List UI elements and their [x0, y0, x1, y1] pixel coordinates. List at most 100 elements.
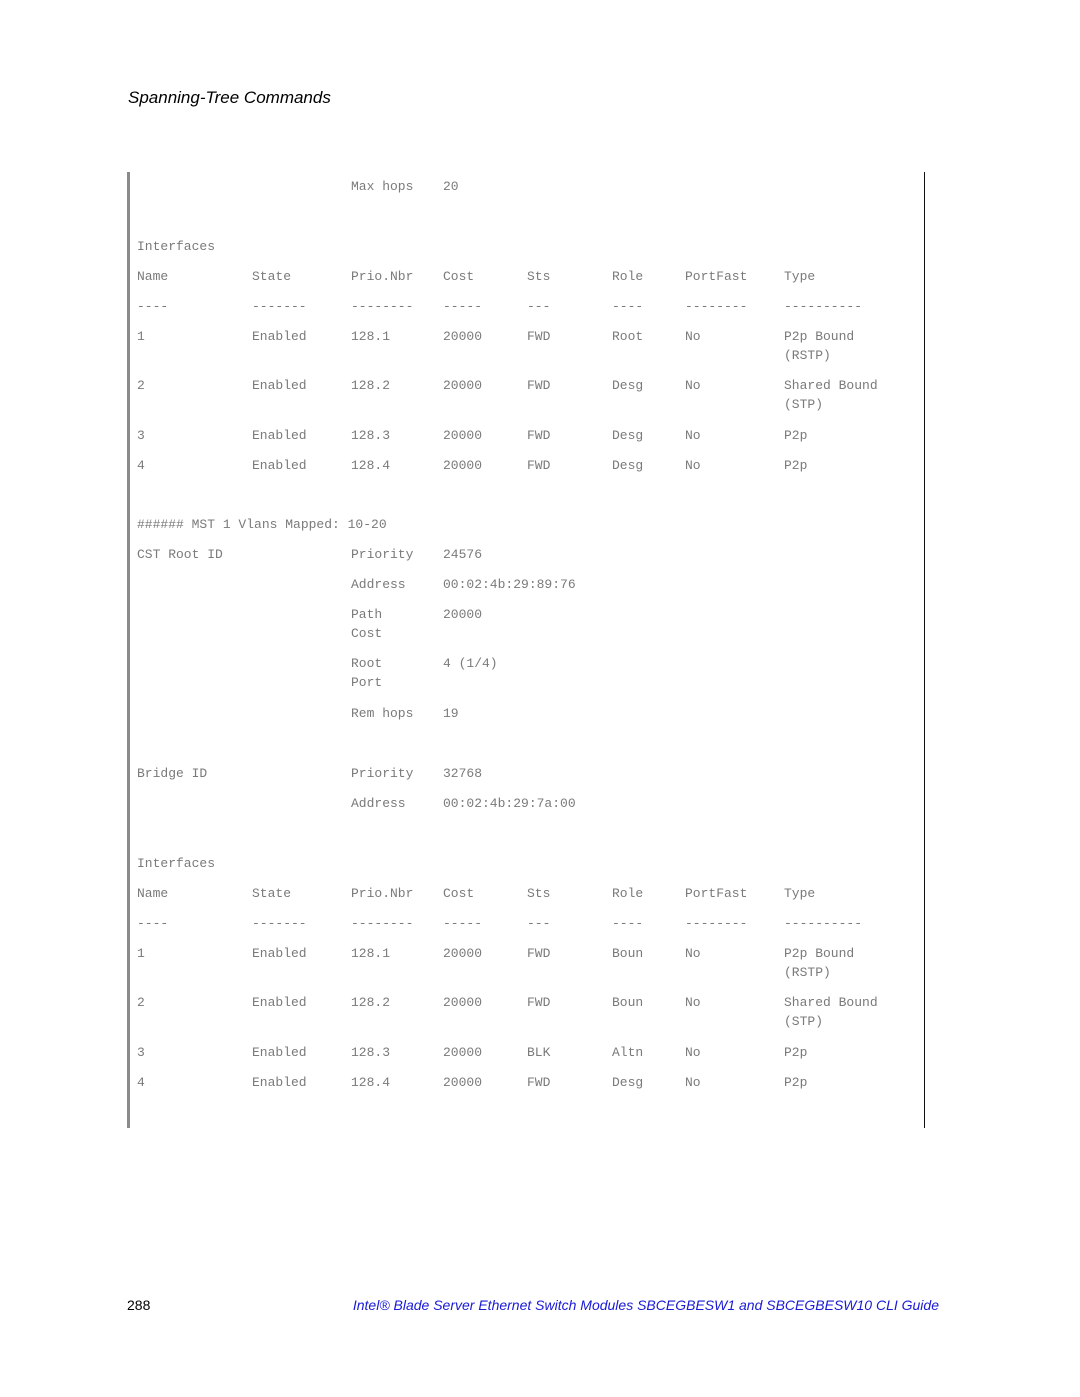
root-port-label-line2: Port [351, 675, 383, 690]
cell-name: 2 [137, 378, 145, 393]
cell-sts: FWD [527, 1075, 551, 1090]
column-separator-sts: --- [527, 916, 551, 931]
footer-doc-title: Intel® Blade Server Ethernet Switch Modu… [352, 1297, 939, 1313]
cell-prio-nbr: 128.4 [351, 1075, 391, 1090]
cell-sts: FWD [527, 995, 551, 1010]
page-number: 288 [127, 1297, 151, 1313]
cell-type-continuation: (STP) [784, 1014, 824, 1029]
column-separator-role: ---- [612, 299, 644, 314]
cell-type: Shared Bound [784, 995, 878, 1010]
column-separator-prio-nbr: -------- [351, 916, 414, 931]
cell-type: Shared Bound [784, 378, 878, 393]
cell-sts: FWD [527, 458, 551, 473]
cell-role: Root [612, 329, 644, 344]
cell-state: Enabled [252, 1045, 307, 1060]
mst-heading: ###### MST 1 Vlans Mapped: 10-20 [137, 517, 387, 532]
cell-prio-nbr: 128.4 [351, 458, 391, 473]
interfaces-label: Interfaces [137, 239, 216, 254]
column-header-state: State [252, 269, 292, 284]
cell-name: 3 [137, 428, 145, 443]
cell-name: 3 [137, 1045, 145, 1060]
cell-name: 2 [137, 995, 145, 1010]
cell-name: 4 [137, 458, 145, 473]
cell-type: P2p Bound [784, 329, 855, 344]
max-hops-label: Max hops [351, 179, 414, 194]
column-header-role: Role [612, 269, 644, 284]
column-header-type: Type [784, 269, 816, 284]
cell-cost: 20000 [443, 995, 483, 1010]
column-separator-portfast: -------- [685, 916, 748, 931]
cell-sts: FWD [527, 378, 551, 393]
column-separator-sts: --- [527, 299, 551, 314]
cell-prio-nbr: 128.3 [351, 428, 391, 443]
column-header-portfast: PortFast [685, 886, 748, 901]
column-header-sts: Sts [527, 886, 551, 901]
cell-state: Enabled [252, 995, 307, 1010]
column-separator-prio-nbr: -------- [351, 299, 414, 314]
column-header-state: State [252, 886, 292, 901]
column-separator-cost: ----- [443, 916, 483, 931]
column-header-role: Role [612, 886, 644, 901]
cell-portfast: No [685, 458, 701, 473]
bridge-priority-value: 32768 [443, 766, 483, 781]
code-block-left-bar [127, 172, 130, 1128]
cell-cost: 20000 [443, 378, 483, 393]
priority-value: 24576 [443, 547, 483, 562]
column-separator-type: ---------- [784, 299, 863, 314]
bridge-id-label: Bridge ID [137, 766, 208, 781]
cell-type: P2p [784, 458, 808, 473]
cell-type-continuation: (RSTP) [784, 965, 831, 980]
cell-prio-nbr: 128.2 [351, 378, 391, 393]
column-header-cost: Cost [443, 886, 475, 901]
cell-prio-nbr: 128.3 [351, 1045, 391, 1060]
cell-name: 1 [137, 329, 145, 344]
column-separator-type: ---------- [784, 916, 863, 931]
priority-label: Priority [351, 547, 414, 562]
cst-root-id-label: CST Root ID [137, 547, 223, 562]
column-separator-name: ---- [137, 916, 169, 931]
cell-type: P2p Bound [784, 946, 855, 961]
bridge-priority-label: Priority [351, 766, 414, 781]
cell-role: Desg [612, 428, 644, 443]
column-header-sts: Sts [527, 269, 551, 284]
root-port-label-line1: Root [351, 656, 383, 671]
path-cost-value: 20000 [443, 607, 483, 622]
cell-role: Desg [612, 1075, 644, 1090]
cell-sts: BLK [527, 1045, 551, 1060]
cell-role: Altn [612, 1045, 644, 1060]
address-label: Address [351, 577, 406, 592]
cell-cost: 20000 [443, 946, 483, 961]
cell-cost: 20000 [443, 1075, 483, 1090]
cell-state: Enabled [252, 458, 307, 473]
cell-name: 1 [137, 946, 145, 961]
column-header-portfast: PortFast [685, 269, 748, 284]
column-separator-name: ---- [137, 299, 169, 314]
cell-cost: 20000 [443, 329, 483, 344]
max-hops-value: 20 [443, 179, 459, 194]
cell-sts: FWD [527, 428, 551, 443]
column-header-name: Name [137, 886, 169, 901]
cell-portfast: No [685, 1045, 701, 1060]
cell-portfast: No [685, 1075, 701, 1090]
column-header-cost: Cost [443, 269, 475, 284]
column-header-type: Type [784, 886, 816, 901]
code-block-right-border [924, 172, 925, 1128]
path-cost-label-line2: Cost [351, 626, 383, 641]
cell-type: P2p [784, 428, 808, 443]
cell-portfast: No [685, 428, 701, 443]
cell-state: Enabled [252, 378, 307, 393]
cell-cost: 20000 [443, 1045, 483, 1060]
root-port-value: 4 (1/4) [443, 656, 498, 671]
cell-state: Enabled [252, 329, 307, 344]
column-header-prio-nbr: Prio.Nbr [351, 269, 414, 284]
cell-name: 4 [137, 1075, 145, 1090]
address-value: 00:02:4b:29:89:76 [443, 577, 576, 592]
cell-role: Boun [612, 995, 644, 1010]
code-example-block: Max hops 20 ###### MST 1 Vlans Mapped: 1… [127, 172, 925, 1128]
cell-cost: 20000 [443, 458, 483, 473]
cell-prio-nbr: 128.2 [351, 995, 391, 1010]
cell-state: Enabled [252, 1075, 307, 1090]
column-header-name: Name [137, 269, 169, 284]
rem-hops-label: Rem hops [351, 706, 414, 721]
cell-type: P2p [784, 1045, 808, 1060]
